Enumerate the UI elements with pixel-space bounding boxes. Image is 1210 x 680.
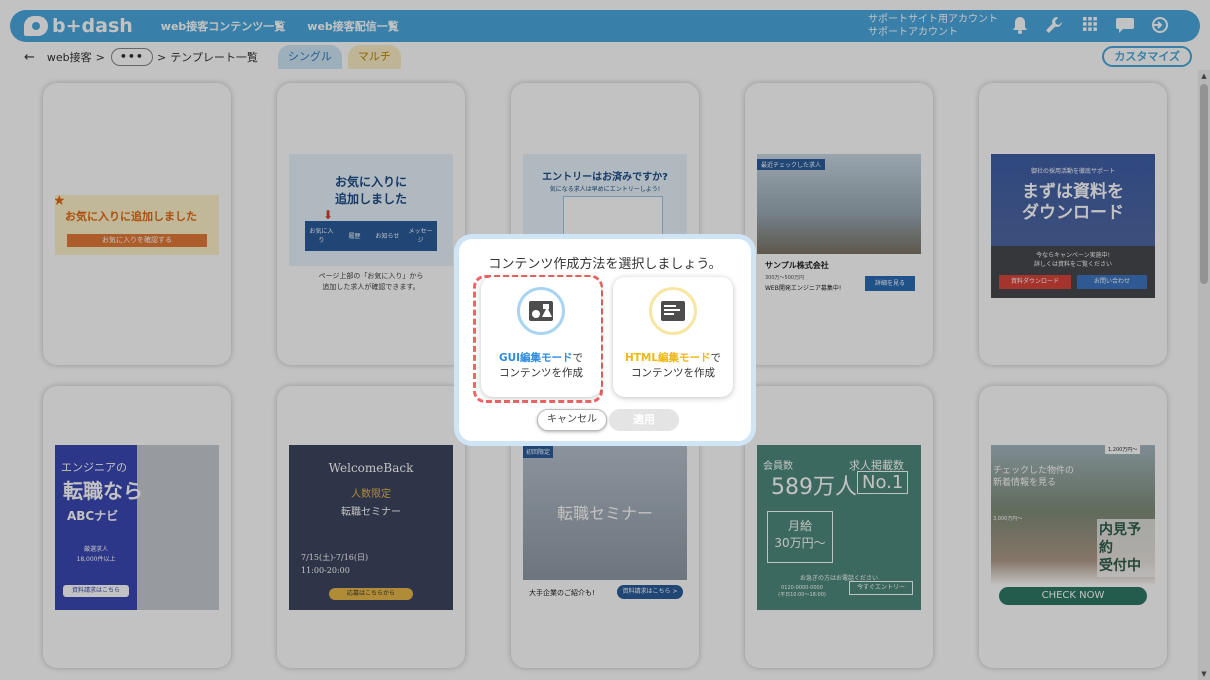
dialog-title: コンテンツ作成方法を選択しましょう。 (488, 257, 722, 272)
image-shapes-icon (517, 287, 565, 335)
apply-button[interactable]: 適用 (609, 409, 679, 431)
gui-edit-mode-option[interactable]: GUI編集モードで コンテンツを作成 (481, 277, 601, 397)
html-edit-mode-option[interactable]: HTML編集モードで コンテンツを作成 (613, 277, 733, 397)
html-code-icon (649, 287, 697, 335)
cancel-button[interactable]: キャンセル (537, 409, 607, 431)
create-method-dialog: コンテンツ作成方法を選択しましょう。 GUI編集モードで コンテンツを作成 HT… (454, 234, 756, 446)
